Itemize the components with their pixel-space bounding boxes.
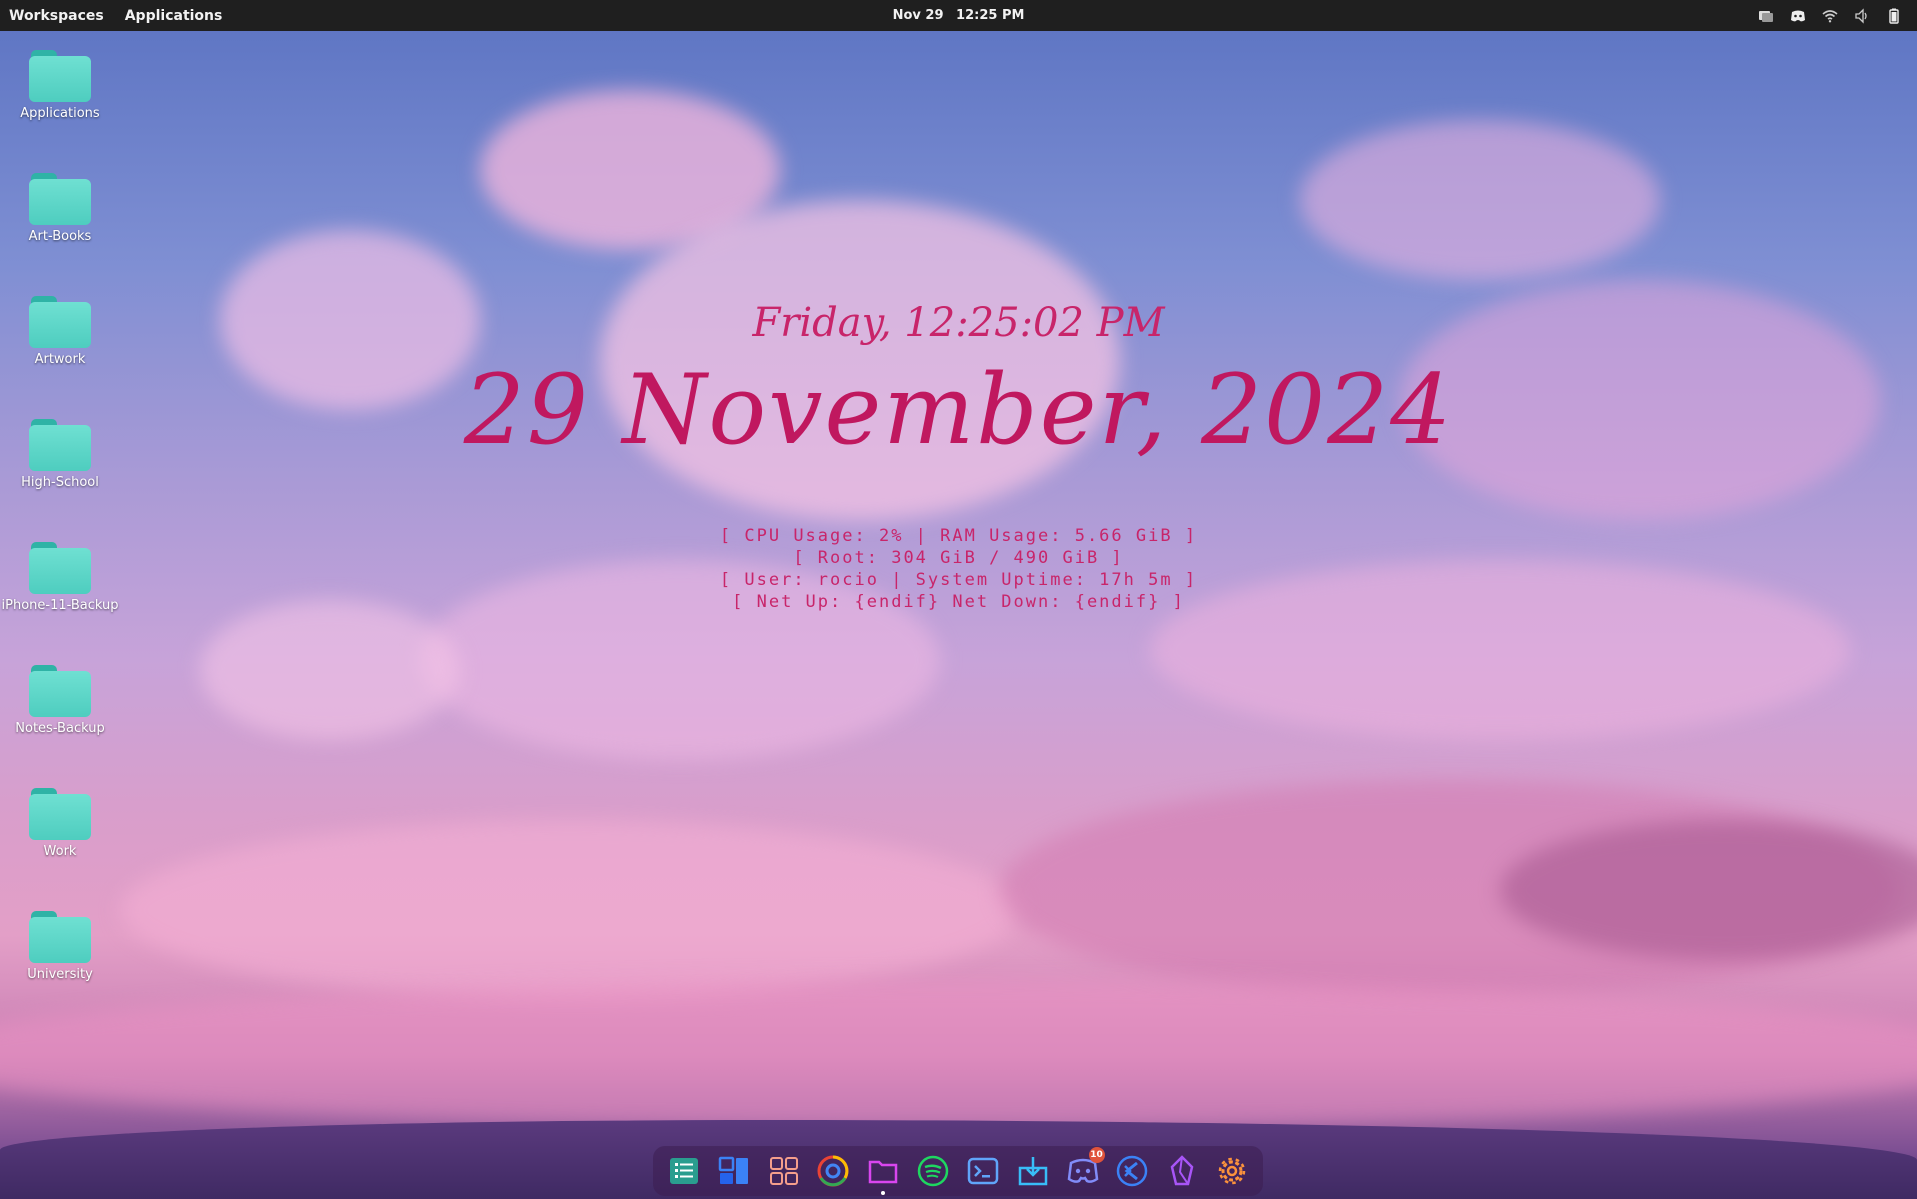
desktop-folder[interactable]: University <box>8 911 112 982</box>
desktop: Workspaces Applications Nov 29 12:25 PM <box>0 0 1917 1199</box>
conky-root-disk: [ Root: 304 GiB / 490 GiB ] <box>793 548 1124 568</box>
folder-label: High-School <box>21 475 99 490</box>
folder-icon <box>29 173 91 225</box>
wallpaper-cloud <box>1300 120 1660 280</box>
folder-icon <box>29 665 91 717</box>
workspaces-icon[interactable] <box>714 1151 754 1191</box>
folder-icon <box>29 788 91 840</box>
folder-label: Work <box>43 844 77 859</box>
folder-label: Applications <box>20 106 100 121</box>
folder-icon <box>29 50 91 102</box>
app-list-icon[interactable] <box>664 1151 704 1191</box>
conky-network: [ Net Up: {endif} Net Down: {endif} ] <box>732 592 1185 612</box>
wallpaper-cloud <box>420 560 940 760</box>
vscode-icon[interactable] <box>1112 1151 1152 1191</box>
obsidian-icon[interactable] <box>1162 1151 1202 1191</box>
battery-icon[interactable] <box>1885 7 1903 25</box>
conky-user-uptime: [ User: rocio | System Uptime: 17h 5m ] <box>719 570 1198 590</box>
volume-icon[interactable] <box>1853 7 1871 25</box>
folder-label: Art-Books <box>28 229 92 244</box>
clock-time: 12:25 PM <box>956 8 1025 23</box>
top-bar-clock[interactable]: Nov 29 12:25 PM <box>889 8 1029 23</box>
settings-icon[interactable] <box>1212 1151 1252 1191</box>
desktop-folder[interactable]: Notes-Backup <box>8 665 112 736</box>
conky-cpu-ram: [ CPU Usage: 2% | RAM Usage: 5.66 GiB ] <box>719 526 1198 546</box>
wallpaper-cloud <box>200 600 460 740</box>
folder-icon <box>29 911 91 963</box>
spotify-icon[interactable] <box>913 1151 953 1191</box>
chrome-icon[interactable] <box>813 1151 853 1191</box>
discord-icon[interactable]: 10 <box>1063 1147 1105 1191</box>
system-tray <box>1757 0 1903 31</box>
folder-label: Notes-Backup <box>15 721 105 736</box>
desktop-folder[interactable]: Applications <box>8 50 112 121</box>
desktop-folder[interactable]: Work <box>8 788 112 859</box>
applications-menu[interactable]: Applications <box>116 8 235 24</box>
notification-badge: 10 <box>1088 1147 1105 1163</box>
conky-date: 29 November, 2024 <box>463 354 1454 466</box>
app-grid-icon[interactable] <box>764 1151 804 1191</box>
wifi-icon[interactable] <box>1821 7 1839 25</box>
discord-icon[interactable] <box>1789 7 1807 25</box>
desktop-folder[interactable]: Art-Books <box>8 173 112 244</box>
software-store-icon[interactable] <box>1013 1151 1053 1191</box>
window-switcher-icon[interactable] <box>1757 7 1775 25</box>
clock-date: Nov 29 <box>892 8 944 23</box>
conky-day-time: Friday, 12:25:02 PM <box>752 300 1165 346</box>
workspaces-menu[interactable]: Workspaces <box>0 8 116 24</box>
files-icon[interactable] <box>863 1151 903 1195</box>
wallpaper-cloud <box>120 820 1020 1000</box>
top-bar: Workspaces Applications Nov 29 12:25 PM <box>0 0 1917 31</box>
terminal-icon[interactable] <box>963 1151 1003 1191</box>
running-indicator <box>881 1191 886 1195</box>
folder-label: University <box>27 967 93 982</box>
dock: 10 <box>653 1146 1263 1196</box>
wallpaper-cloud <box>0 980 1917 1130</box>
